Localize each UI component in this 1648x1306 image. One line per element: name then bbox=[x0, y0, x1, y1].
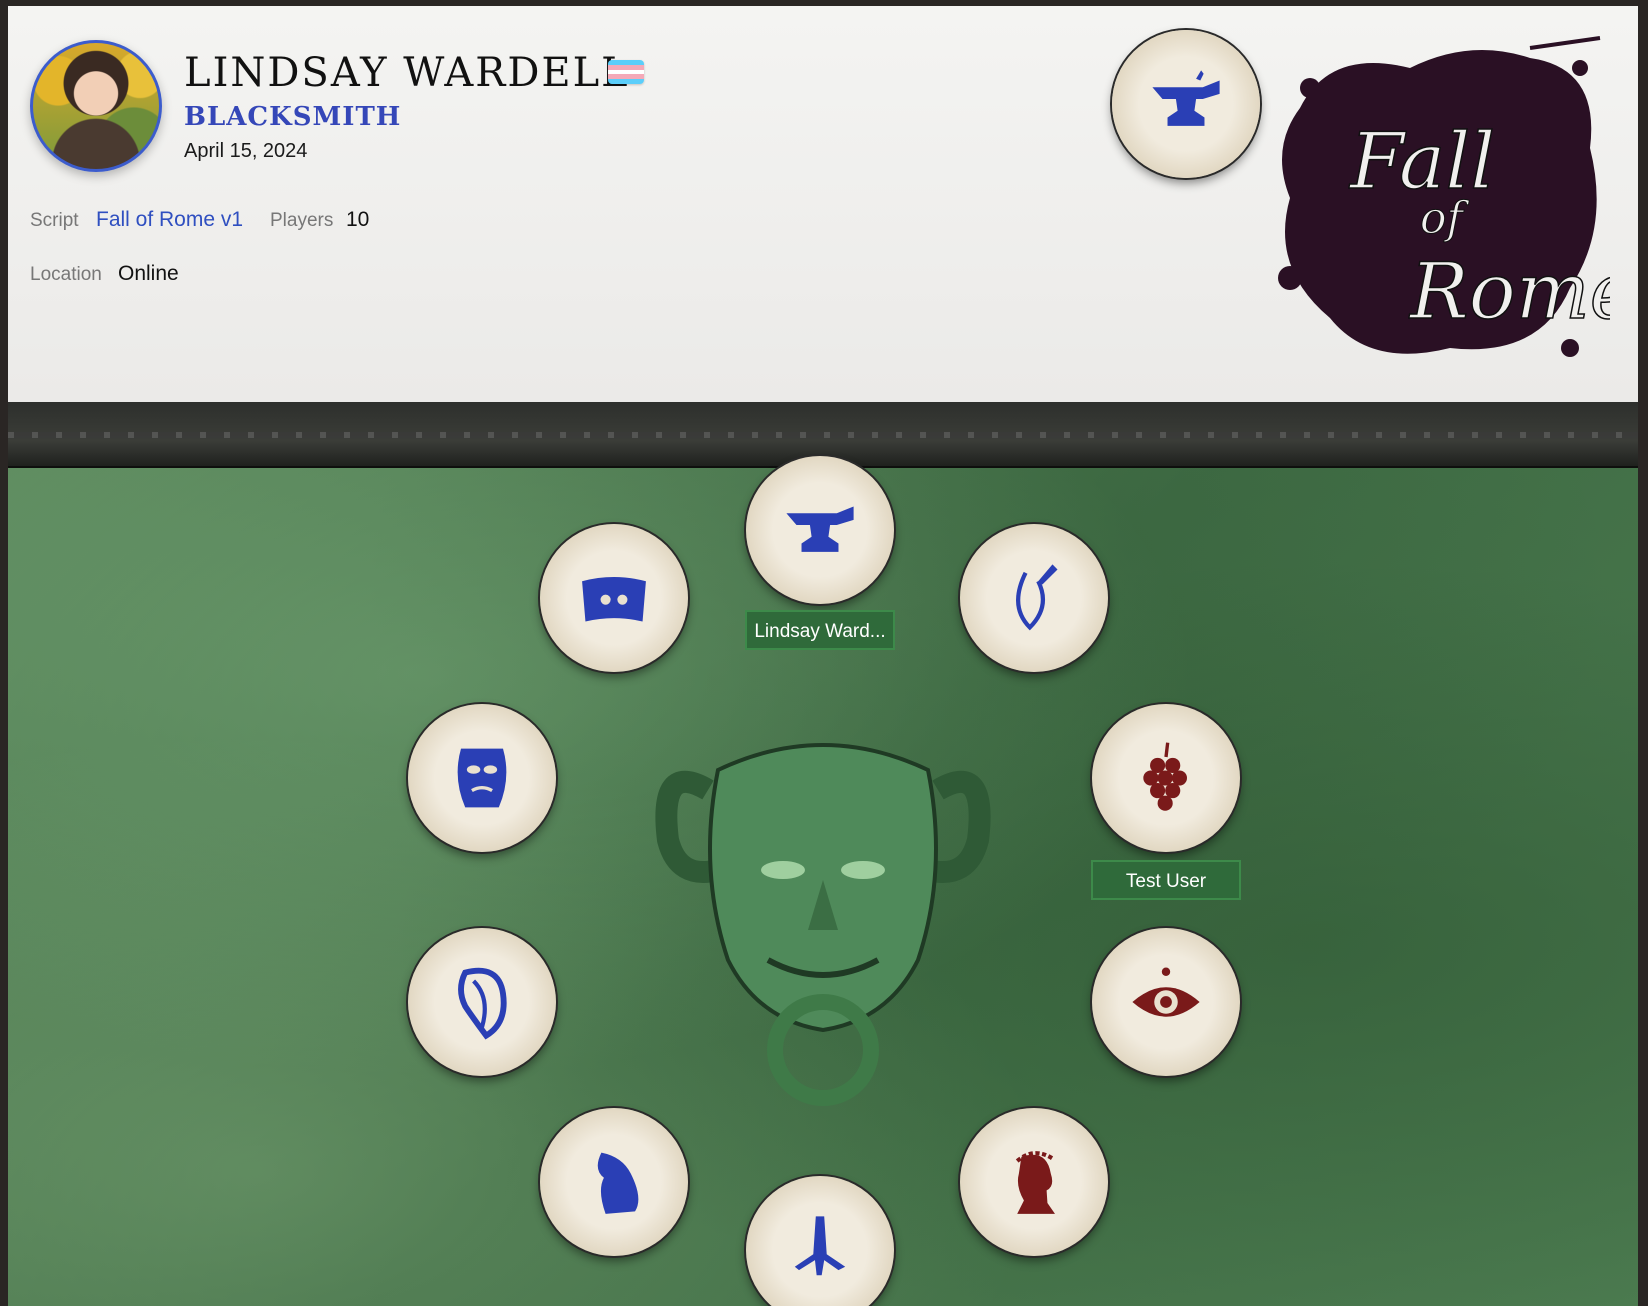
laurel-head-icon bbox=[1015, 1151, 1055, 1214]
players-label: Players bbox=[270, 210, 334, 231]
faun-door-knocker bbox=[655, 743, 991, 1106]
veiled-head-icon bbox=[458, 967, 507, 1040]
toga-icon bbox=[597, 1152, 639, 1214]
player-label[interactable]: Lindsay Ward... bbox=[745, 610, 895, 650]
player-name: LINDSAY WARDELL bbox=[184, 50, 630, 96]
token-eagle-claw[interactable] bbox=[746, 1176, 894, 1306]
grimoire-board: Lindsay Ward... Test User bbox=[8, 402, 1638, 1306]
eagle-claw-icon bbox=[794, 1216, 846, 1276]
player-role: BLACKSMITH bbox=[184, 102, 402, 132]
token-veiled-head[interactable] bbox=[408, 928, 556, 1076]
token-eye[interactable] bbox=[1092, 928, 1240, 1076]
anvil-icon bbox=[1152, 70, 1220, 126]
avatar[interactable] bbox=[30, 40, 162, 172]
token-grapes[interactable] bbox=[1092, 704, 1240, 852]
location-label: Location bbox=[30, 264, 102, 285]
svg-text:of: of bbox=[1420, 193, 1469, 244]
trans-flag-icon bbox=[608, 60, 644, 84]
game-date: April 15, 2024 bbox=[184, 140, 308, 162]
fall-of-rome-logo: Fall of Rome bbox=[1278, 36, 1610, 357]
eye-icon bbox=[1132, 967, 1200, 1017]
horn-icon bbox=[1016, 564, 1058, 631]
token-anvil[interactable] bbox=[746, 456, 894, 604]
player-label[interactable]: Test User bbox=[1091, 860, 1241, 900]
scroll-icon bbox=[582, 577, 646, 622]
token-toga[interactable] bbox=[540, 1108, 688, 1256]
grapes-icon bbox=[1143, 742, 1187, 811]
anvil-icon bbox=[786, 506, 854, 552]
role-token-blacksmith[interactable] bbox=[1112, 30, 1260, 178]
players-count: 10 bbox=[346, 208, 370, 231]
page: LINDSAY WARDELL BLACKSMITH April 15, 202… bbox=[8, 6, 1638, 1306]
token-mask[interactable] bbox=[408, 704, 556, 852]
script-label: Script bbox=[30, 210, 79, 231]
token-horn[interactable] bbox=[960, 524, 1108, 672]
token-scroll[interactable] bbox=[540, 524, 688, 672]
script-link[interactable]: Fall of Rome v1 bbox=[96, 208, 243, 232]
token-laurel-head[interactable] bbox=[960, 1108, 1108, 1256]
svg-text:Rome: Rome bbox=[1408, 247, 1610, 337]
game-header: LINDSAY WARDELL BLACKSMITH April 15, 202… bbox=[8, 6, 1638, 402]
mask-icon bbox=[457, 748, 507, 808]
location-value: Online bbox=[118, 262, 179, 285]
